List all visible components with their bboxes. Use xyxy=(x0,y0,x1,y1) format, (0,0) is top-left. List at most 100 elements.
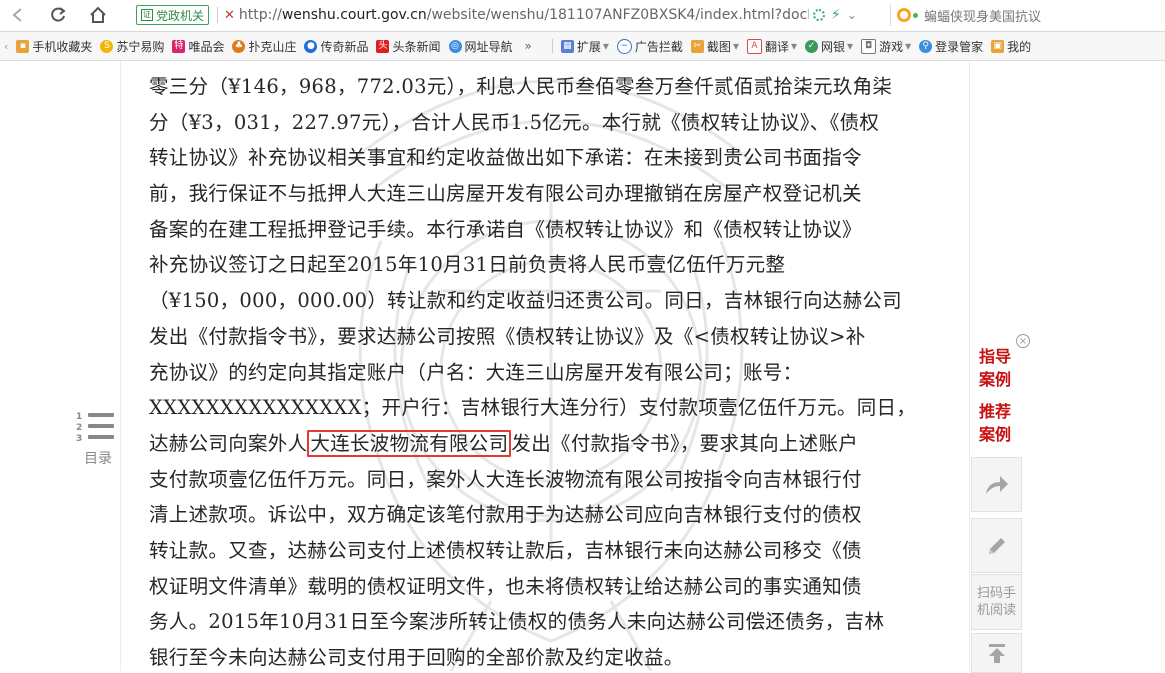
toc-label: 目录 xyxy=(84,451,112,467)
bookmark-label: 扑克山庄 xyxy=(248,39,297,54)
scan-qr-label-line: 扫码手 xyxy=(976,586,1016,601)
url-field[interactable]: 证 党政机关 ✕ http://wenshu.court.gov.cn/webs… xyxy=(136,4,966,26)
bookmark-label: 手机收藏夹 xyxy=(32,39,93,54)
recommend-case-link[interactable]: 推荐 案例 xyxy=(979,400,1019,446)
chevron-left-icon[interactable]: ‹ xyxy=(4,40,8,53)
bookmark-vip[interactable]: 特唯品会 xyxy=(172,38,224,55)
tool-label: 扩展 xyxy=(576,39,601,54)
bank-icon: ✓ xyxy=(805,39,819,53)
recommend-case-label: 案例 xyxy=(979,425,1012,444)
speed-mode-icon[interactable]: ⚡ xyxy=(831,7,841,23)
bookmark-label: 网址导航 xyxy=(464,39,513,54)
scan-qr-label: 扫码手 机阅读 xyxy=(977,585,1016,619)
loading-icon xyxy=(812,9,825,21)
tool-label: 截图 xyxy=(706,39,731,54)
judgment-line: 前，我行保证不与抵押人大连三山房屋开发有限公司办理撤销在房屋产权登记机关 xyxy=(149,176,949,212)
home-button[interactable] xyxy=(86,3,110,27)
judgment-text-segment: 分（¥3，031，227.97元），合计人民币1.5亿元。本行就《债权转让协议》… xyxy=(149,110,880,134)
guide-case-label: 指导 xyxy=(979,347,1012,366)
judgment-text-segment: 支付款项壹亿伍仟万元。同日，案外人大连长波物流有限公司按指令向吉林银行付 xyxy=(149,467,862,491)
share-button[interactable] xyxy=(971,457,1022,512)
judgment-line: 银行至今未向达赫公司支付用于回购的全部价款及约定收益。 xyxy=(149,640,949,671)
share-arrow-icon xyxy=(985,475,1008,494)
legend-icon: ● xyxy=(304,39,318,53)
chevron-down-icon: ▾ xyxy=(790,39,798,53)
chevron-down-icon: ▾ xyxy=(602,39,609,53)
back-to-top-button[interactable] xyxy=(971,633,1022,673)
bookmark-label: 唯品会 xyxy=(188,39,225,54)
bookmark-toutiao[interactable]: 头头条新闻 xyxy=(376,38,441,55)
scan-qr-read-button[interactable]: 扫码手 机阅读 xyxy=(971,574,1022,630)
bookmark-label: 头条新闻 xyxy=(392,39,441,54)
scan-qr-label-line: 机阅读 xyxy=(976,603,1016,618)
bookmark-legend[interactable]: ● 传奇新品 xyxy=(304,38,368,55)
highlighted-company-name: 大连长波物流有限公司 xyxy=(307,429,512,457)
judgment-text-segment: 前，我行保证不与抵押人大连三山房屋开发有限公司办理撤销在房屋产权登记机关 xyxy=(149,182,862,206)
tool-translate[interactable]: A 翻译 ▾ xyxy=(746,38,798,55)
reload-button[interactable] xyxy=(46,3,70,27)
extensions-icon: ▦ xyxy=(560,39,574,53)
chevron-down-icon: ▾ xyxy=(732,39,739,53)
insecure-site-icon[interactable]: ✕ xyxy=(224,8,235,23)
search-engine-icon[interactable] xyxy=(897,8,911,22)
search-suggestion[interactable]: 蝙蝠侠现身美国抗议 xyxy=(924,6,1041,25)
judgment-line: 清上述款项。诉讼中，双方确定该笔付款用于为达赫公司应向吉林银行支付的债权 xyxy=(149,497,949,533)
tool-game[interactable]: ◘ 游戏 ▾ xyxy=(861,38,911,55)
gov-badge-label: 党政机关 xyxy=(156,8,205,23)
judgment-text-segment: 补充协议签订之日起至2015年10月31日前负责将人民币壹亿伍仟万元整 xyxy=(149,253,786,277)
judgment-line: 备案的在建工程抵押登记手续。本行承诺自《债权转让协议》和《债权转让协议》 xyxy=(149,212,949,248)
tool-mine[interactable]: ▣ 我的 xyxy=(991,38,1031,55)
tool-label: 登录管家 xyxy=(935,39,984,54)
toutiao-icon: 头 xyxy=(376,39,390,53)
url-text[interactable]: http://wenshu.court.gov.cn/website/wensh… xyxy=(239,7,809,23)
bookmark-nav[interactable]: ◎ 网址导航 xyxy=(448,38,513,55)
judgment-line: 分（¥3，031，227.97元），合计人民币1.5亿元。本行就《债权转让协议》… xyxy=(149,105,949,141)
tool-login-manager[interactable]: ⚲ 登录管家 xyxy=(919,38,983,55)
guide-case-link[interactable]: 指导 案例 xyxy=(979,345,1019,391)
bookmarks-more-button[interactable]: » xyxy=(525,39,532,53)
vip-icon: 特 xyxy=(172,39,186,53)
url-path: /website/wenshu/181107ANFZ0BXSK4/index.h… xyxy=(426,7,809,23)
chevron-left-icon xyxy=(12,8,22,22)
judgment-text-segment: 转让款。又查，达赫公司支付上述债权转让款后，吉林银行未向达赫公司移交《债 xyxy=(149,538,862,562)
gov-site-badge[interactable]: 证 党政机关 xyxy=(136,5,210,25)
judgment-text-segment: XXXXXXXXXXXXXXX；开户行：吉林银行大连分行）支付款项壹亿伍仟万元。… xyxy=(149,396,917,420)
translate-icon: A xyxy=(746,38,762,54)
judgment-line: 补充协议签订之日起至2015年10月31日前负责将人民币壹亿伍仟万元整 xyxy=(149,247,949,283)
chevron-down-icon: ▾ xyxy=(847,39,854,53)
judgment-line: 转让款。又查，达赫公司支付上述债权转让款后，吉林银行未向达赫公司移交《债 xyxy=(149,533,949,569)
bookmark-poker[interactable]: ♣ 扑克山庄 xyxy=(232,38,296,55)
document-content: 零三分（¥146，968，772.03元），利息人民币叁佰零叁万叁仟贰佰贰拾柒元… xyxy=(120,61,970,671)
tool-bank[interactable]: ✓ 网银 ▾ xyxy=(805,38,853,55)
poker-icon: ♣ xyxy=(232,39,246,53)
edit-button[interactable] xyxy=(971,518,1022,573)
judgment-line: 充协议》的约定向其指定账户（户名：大连三山房屋开发有限公司；账号： xyxy=(149,355,949,391)
tool-adblock[interactable]: − 广告拦截 xyxy=(616,38,683,55)
judgment-text-segment: 权证明文件清单》载明的债权证明文件，也未将债权转让给达赫公司的事实通知债 xyxy=(149,574,862,598)
left-gutter xyxy=(0,61,120,671)
judgment-line: 发出《付款指令书》，要求达赫公司按照《债权转让协议》及《<债权转让协议>补 xyxy=(149,319,949,355)
judgment-text-segment: 发出《付款指令书》，要求其向上述账户 xyxy=(511,431,859,455)
judgment-text: 零三分（¥146，968，772.03元），利息人民币叁佰零叁万叁仟贰佰贰拾柒元… xyxy=(149,69,949,671)
back-button[interactable] xyxy=(6,3,30,27)
screenshot-icon: ✂ xyxy=(690,39,704,53)
toc-button[interactable]: 1 2 3 目录 xyxy=(76,408,118,468)
judgment-line: 支付款项壹亿伍仟万元。同日，案外人大连长波物流有限公司按指令向吉林银行付 xyxy=(149,462,949,498)
judgment-line: 权证明文件清单》载明的债权证明文件，也未将债权转让给达赫公司的事实通知债 xyxy=(149,569,949,605)
search-box[interactable]: 蝙蝠侠现身美国抗议 xyxy=(890,4,1165,26)
judgment-text-segment: 备案的在建工程抵押登记手续。本行承诺自《债权转让协议》和《债权转让协议》 xyxy=(149,217,862,241)
tool-extensions[interactable]: ▦ 扩展 ▾ xyxy=(560,38,609,55)
mine-icon: ▣ xyxy=(991,39,1005,53)
login-icon: ⚲ xyxy=(919,39,933,53)
bookmark-mobile-favorites[interactable]: ▪ 手机收藏夹 xyxy=(16,38,92,55)
chevron-down-icon[interactable]: ⌄ xyxy=(847,8,857,22)
toc-num: 1 xyxy=(76,412,83,422)
bookmark-label: 苏宁易购 xyxy=(116,39,165,54)
tool-screenshot[interactable]: ✂ 截图 ▾ xyxy=(690,38,739,55)
toc-numbers: 1 2 3 xyxy=(76,412,82,445)
bookmark-suning[interactable]: S 苏宁易购 xyxy=(100,38,164,55)
judgment-line: 转让协议》补充协议相关事宜和约定收益做出如下承诺：在未接到贵公司书面指令 xyxy=(149,140,949,176)
judgment-line: 务人。2015年10月31日至今案涉所转让债权的债务人未向达赫公司偿还债务，吉林 xyxy=(149,604,949,640)
nav-icon: ◎ xyxy=(448,39,462,53)
divider xyxy=(551,39,553,53)
